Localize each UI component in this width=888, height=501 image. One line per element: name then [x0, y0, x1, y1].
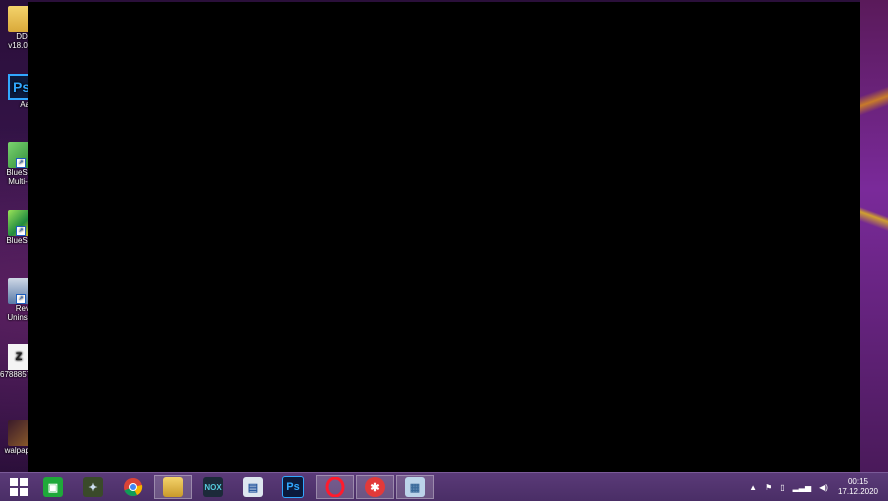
- desktop-icon-photoshop[interactable]: Ps Aa: [0, 74, 30, 109]
- volume-icon[interactable]: ◀): [819, 483, 828, 492]
- shortcut-arrow-icon: ↗: [16, 294, 26, 304]
- wallpaper-image-icon: [8, 420, 30, 446]
- taskbar-network-app-button[interactable]: ▤: [234, 475, 272, 499]
- photoshop-icon: Ps: [282, 476, 304, 498]
- desktop-icon-ddi[interactable]: DDI v18.0.: [0, 6, 30, 50]
- tray-expand-icon[interactable]: ▲: [749, 483, 757, 492]
- desktop-icon-label: Uninst: [7, 313, 30, 322]
- desktop-icon-label: BlueSt: [6, 168, 30, 177]
- red-app-icon: ✱: [365, 477, 385, 497]
- image-viewer-icon: ▦: [405, 477, 425, 497]
- network-app-icon: ▤: [243, 477, 263, 497]
- taskbar-chrome-button[interactable]: [114, 475, 152, 499]
- desktop-icon-bluestacks[interactable]: ↗ BlueSt: [0, 210, 30, 245]
- bluestacks-icon: ↗: [8, 210, 30, 236]
- opera-icon: [325, 477, 345, 497]
- desktop-icon-label: v18.0.: [8, 41, 30, 50]
- shortcut-arrow-icon: ↗: [16, 226, 26, 236]
- desktop-icon-label: walpap: [4, 446, 30, 455]
- taskbar: ▣ ✦ NOX ▤ Ps ✱ ▦ ▲ ⚑ ▯ ▂▃▅ ◀) 00:15 17.1…: [0, 472, 888, 501]
- clock-date: 17.12.2020: [837, 487, 878, 496]
- nox-icon: NOX: [203, 477, 223, 497]
- chrome-icon: [124, 478, 143, 497]
- desktop-icon-wallpaper[interactable]: walpap: [0, 420, 30, 455]
- taskbar-opera-button[interactable]: [316, 475, 354, 499]
- taskbar-red-app-button[interactable]: ✱: [356, 475, 394, 499]
- taskbar-store-button[interactable]: ▣: [34, 475, 72, 499]
- document-icon: Z: [8, 344, 30, 370]
- folder-icon: [8, 6, 30, 32]
- windows-logo-icon: [10, 478, 28, 496]
- taskbar-game-button[interactable]: ✦: [74, 475, 112, 499]
- photoshop-icon: Ps: [8, 74, 30, 100]
- shortcut-arrow-icon: ↗: [16, 158, 26, 168]
- desktop-icon-label: Aa: [20, 100, 30, 109]
- game-icon: ✦: [83, 477, 103, 497]
- network-signal-icon[interactable]: ▂▃▅: [793, 483, 811, 492]
- tray-clock[interactable]: 00:15 17.12.2020: [838, 477, 878, 497]
- taskbar-explorer-button[interactable]: [154, 475, 192, 499]
- file-explorer-icon: [163, 477, 183, 497]
- bluestacks-multi-icon: ↗: [8, 142, 30, 168]
- taskbar-photoshop-button[interactable]: Ps: [274, 475, 312, 499]
- revo-uninstaller-icon: ↗: [8, 278, 30, 304]
- system-tray: ▲ ⚑ ▯ ▂▃▅ ◀) 00:15 17.12.2020: [745, 473, 888, 501]
- taskbar-nox-button[interactable]: NOX: [194, 475, 232, 499]
- desktop-icon-bluestacks-multi[interactable]: ↗ BlueSt Multi-I: [0, 142, 30, 186]
- clock-time: 00:15: [847, 477, 868, 486]
- start-button[interactable]: [0, 475, 38, 499]
- tray-flag-icon[interactable]: ⚑: [765, 483, 772, 492]
- tray-device-icon[interactable]: ▯: [780, 483, 784, 492]
- desktop-icon-label: Rev: [15, 304, 30, 313]
- black-app-window[interactable]: [28, 2, 860, 472]
- desktop-icon-label: 6788857: [0, 370, 30, 379]
- desktop-icon-document[interactable]: Z 6788857: [0, 344, 30, 379]
- desktop-icon-label: DDI: [16, 32, 30, 41]
- desktop-icon-label: Multi-I: [8, 177, 30, 186]
- desktop-icon-label: BlueSt: [6, 236, 30, 245]
- desktop-icon-revo[interactable]: ↗ Rev Uninst: [0, 278, 30, 322]
- wallpaper-decor: [860, 0, 888, 472]
- taskbar-image-viewer-button[interactable]: ▦: [396, 475, 434, 499]
- store-icon: ▣: [43, 477, 63, 497]
